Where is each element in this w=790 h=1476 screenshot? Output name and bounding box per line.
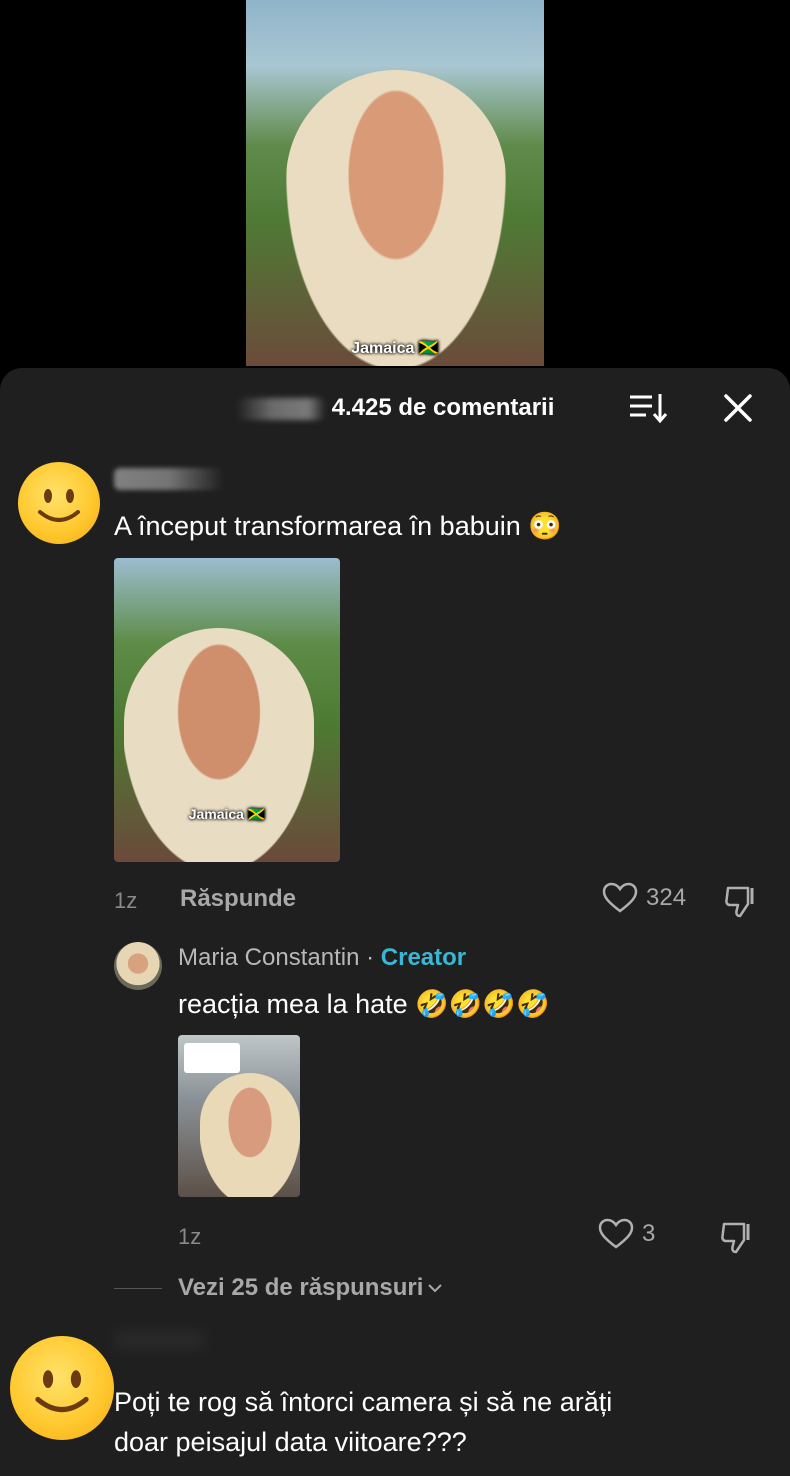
like-count: 3 <box>642 1220 656 1247</box>
reply-author-line: Maria Constantin · Creator <box>178 944 466 972</box>
thumbnail-caption: Jamaica 🇯🇲 <box>188 806 266 822</box>
reply-text: reacția mea la hate 🤣🤣🤣🤣 <box>178 989 550 1019</box>
video-preview[interactable]: Jamaica 🇯🇲 <box>246 0 544 366</box>
comment-age: 1z <box>114 888 138 913</box>
thumbnail-subject <box>200 1073 300 1197</box>
comment-count-title: 4.425 de comentarii <box>0 394 790 422</box>
heart-icon <box>602 882 638 913</box>
blurred-prefix <box>235 397 326 420</box>
reply-sticker <box>184 1043 240 1073</box>
username-blurred <box>114 468 224 490</box>
author-separator: · <box>366 944 375 971</box>
smiley-face-icon <box>38 489 80 522</box>
video-subject <box>286 70 506 366</box>
comment-text-line-1: Poți te rog să întorci camera și să ne a… <box>114 1387 613 1417</box>
close-icon[interactable] <box>718 390 758 426</box>
dislike-icon[interactable] <box>718 1218 756 1256</box>
avatar[interactable] <box>10 1336 114 1440</box>
reply-author-name[interactable]: Maria Constantin <box>178 944 359 971</box>
heart-icon <box>598 1218 634 1249</box>
like-count: 324 <box>646 884 687 911</box>
comment-text-line-2: doar peisajul data viitoare??? <box>114 1427 467 1457</box>
view-replies-button[interactable]: Vezi 25 de răspunsuri <box>114 1274 443 1302</box>
comments-sheet: 4.425 de comentarii A început transforma… <box>0 368 790 1476</box>
reply-age: 1z <box>178 1224 202 1249</box>
comment-text: A început transformarea în babuin 😳 <box>114 511 562 541</box>
creator-badge: Creator <box>380 944 467 971</box>
thumbnail-subject <box>124 628 314 862</box>
dislike-icon[interactable] <box>722 882 760 920</box>
like-button[interactable]: 324 <box>602 882 686 914</box>
reply-button[interactable]: Răspunde <box>180 885 296 913</box>
sheet-header: 4.425 de comentarii <box>0 368 790 448</box>
reply-video-thumbnail[interactable] <box>178 1035 300 1197</box>
reply-like-button[interactable]: 3 <box>598 1218 655 1250</box>
divider <box>114 1287 162 1289</box>
smiley-face-icon <box>35 1370 89 1413</box>
creator-avatar[interactable] <box>114 942 162 990</box>
view-replies-label: Vezi 25 de răspunsuri <box>178 1274 424 1301</box>
video-caption: Jamaica 🇯🇲 <box>351 340 439 357</box>
comment-video-thumbnail[interactable]: Jamaica 🇯🇲 <box>114 558 340 862</box>
avatar[interactable] <box>18 462 100 544</box>
chevron-down-icon <box>428 1284 443 1293</box>
sort-icon[interactable] <box>626 390 670 426</box>
username-blurred <box>114 1330 204 1350</box>
